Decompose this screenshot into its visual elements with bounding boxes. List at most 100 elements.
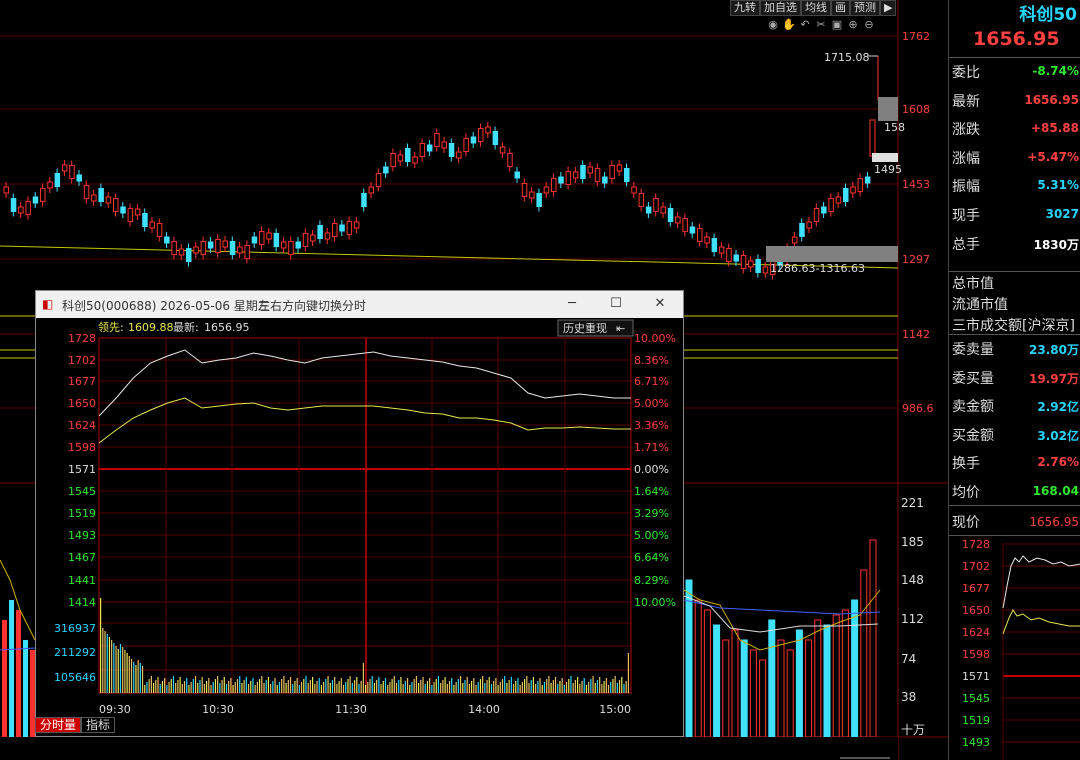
quote-row: 现手 3027: [949, 200, 1080, 228]
ma-button[interactable]: 均线: [801, 0, 831, 16]
mini-price-tick: 1677: [962, 582, 990, 595]
quote-row-label: 振幅: [952, 179, 980, 196]
intraday-pct-tick: 1.64%: [634, 485, 669, 498]
quote-row-value: 2.92亿: [1037, 400, 1079, 415]
tab-indicator[interactable]: 指标: [81, 717, 116, 733]
quote-row-value: 5.31%: [1037, 178, 1079, 193]
intraday-price-tick: 1467: [68, 551, 96, 564]
volume-axis-label: 148: [901, 573, 924, 587]
intraday-volume-tick: 105646: [54, 671, 96, 684]
current-price: 1656.95: [973, 28, 1060, 50]
lead-label: 领先:: [98, 321, 124, 334]
latest-label: 最新:: [173, 320, 199, 334]
price-box-1495: [872, 153, 898, 162]
maximize-icon[interactable]: ☐: [606, 295, 626, 313]
intraday-volume-tick: 316937: [54, 622, 96, 635]
intraday-chart[interactable]: 领先: 1609.88 最新: 1656.95 历史重现 ⇤ 1728 10.00…: [36, 318, 683, 736]
quote-row-value: -8.74%: [1032, 64, 1079, 78]
quote-row-value: 2.76%: [1037, 455, 1079, 470]
scissors-icon[interactable]: ✂: [814, 18, 828, 32]
range-annotation: 1286.63-1316.63: [770, 262, 865, 275]
bottom-tabs: 分时量 指标: [35, 717, 116, 733]
high-annotation: 1715.08: [824, 51, 870, 64]
zoom-in-icon[interactable]: ⊕: [846, 18, 860, 32]
intraday-pct-tick: 8.29%: [634, 574, 669, 587]
intraday-pct-tick: 10.00%: [634, 332, 676, 345]
quote-row: 振幅 5.31%: [949, 171, 1080, 199]
mini-price-tick: 1728: [962, 538, 990, 551]
mini-price-tick: 1624: [962, 626, 990, 639]
intraday-time-tick: 10:30: [202, 703, 234, 716]
lock-icon[interactable]: ▣: [830, 18, 844, 32]
undo-icon[interactable]: ↶: [798, 18, 812, 32]
intraday-time-tick: 09:30: [99, 703, 131, 716]
quote-row-label: 流通市值: [952, 297, 1008, 313]
quote-row-label: 现手: [952, 208, 980, 224]
candlesticks: [3, 56, 879, 280]
quote-row-value: 3027: [1045, 207, 1079, 221]
quote-row-label: 委比: [952, 65, 980, 81]
intraday-pct-tick: 6.64%: [634, 551, 669, 564]
quote-row-label: 换手: [952, 456, 980, 473]
mini-price-tick: 1519: [962, 714, 990, 727]
volume-axis-label: 221: [901, 496, 924, 510]
quote-row: 卖金额 2.92亿: [949, 391, 1080, 419]
add-watchlist-button[interactable]: 加自选: [760, 0, 801, 16]
price-axis: 1762 1608 1453 1297 1142 986.6: [902, 30, 934, 415]
intraday-price-tick: 1519: [68, 507, 96, 520]
close-icon[interactable]: ✕: [650, 295, 670, 313]
intraday-price-tick: 1598: [68, 441, 96, 454]
quote-row: 委买量 19.97万: [949, 363, 1080, 391]
hand-icon[interactable]: ✋: [782, 18, 796, 32]
intraday-price-tick: 1650: [68, 397, 96, 410]
intraday-price-tick: 1702: [68, 354, 96, 367]
quote-row-label: 涨幅: [952, 150, 980, 167]
volume-axis-label: 74: [901, 652, 916, 666]
mini-price-tick: 1571: [962, 670, 990, 683]
quote-row-label: 最新: [952, 93, 980, 110]
mini-price-tick: 1650: [962, 604, 990, 617]
mini-avg-line: [1002, 609, 1080, 635]
mini-price-tick: 1493: [962, 736, 990, 749]
quote-row-value: 1830万: [1033, 237, 1079, 252]
draw-button[interactable]: 画: [831, 0, 850, 16]
quote-row-value: +85.88: [1030, 121, 1079, 136]
intraday-popup-window[interactable]: ◧ 科创50(000688) 2026-05-06 星期三 左右方向键切换分时 …: [35, 290, 684, 737]
volume-axis-label: 十万: [901, 723, 925, 737]
zoom-out-icon[interactable]: ⊖: [862, 18, 876, 32]
intraday-pct-tick: 3.29%: [634, 507, 669, 520]
history-arrow-icon[interactable]: ⇤: [616, 322, 625, 335]
intraday-pct-tick: 1.71%: [634, 441, 669, 454]
popup-title: 科创50(000688) 2026-05-06 星期三: [62, 299, 270, 313]
quote-row-value: 3.02亿: [1037, 428, 1079, 443]
intraday-pct-tick: 3.36%: [634, 419, 669, 432]
history-replay-button[interactable]: 历史重现: [563, 321, 607, 335]
quote-row-value: 19.97万: [1029, 371, 1079, 386]
price-axis-label: 1762: [902, 30, 930, 43]
app-icon: ◧: [42, 297, 54, 311]
quote-panel: 科创50 1656.95 委比 -8.74% 最新 1656.95 涨跌 +85.88 涨幅…: [948, 0, 1080, 760]
minimize-icon[interactable]: ─: [562, 295, 582, 313]
intraday-price-tick: 1493: [68, 529, 96, 542]
tab-fenshi-volume[interactable]: 分时量: [35, 717, 82, 733]
quote-row: 委卖量 23.80万: [949, 334, 1080, 362]
popup-titlebar[interactable]: ◧ 科创50(000688) 2026-05-06 星期三 左右方向键切换分时 …: [36, 291, 683, 318]
eye-icon[interactable]: ◉: [766, 18, 780, 32]
volume-axis-label: 185: [901, 535, 924, 549]
intraday-price-tick: 1728: [68, 332, 96, 345]
quote-row-value: 1656.95: [1024, 92, 1079, 107]
price-box-158: [878, 97, 898, 121]
annotation-158: 158: [884, 121, 905, 134]
expand-arrow-icon[interactable]: ▶: [880, 0, 897, 16]
intraday-pct-tick: 5.00%: [634, 529, 669, 542]
mini-price-line: [1002, 555, 1080, 609]
price-axis-label: 1453: [902, 178, 930, 191]
security-name: 科创50: [1019, 5, 1077, 25]
quote-row: 均价 168.04: [949, 477, 1080, 505]
intraday-price-tick: 1441: [68, 574, 96, 587]
jiuzhuan-button[interactable]: 九转: [730, 0, 760, 16]
quote-row-value: 23.80万: [1029, 343, 1079, 357]
predict-button[interactable]: 预测: [850, 0, 880, 16]
mini-intraday-chart[interactable]: 1728 1702 1677 1650 1624 1598 1571 1545 1519 1493: [949, 536, 1080, 760]
intraday-pct-tick: 5.00%: [634, 397, 669, 410]
